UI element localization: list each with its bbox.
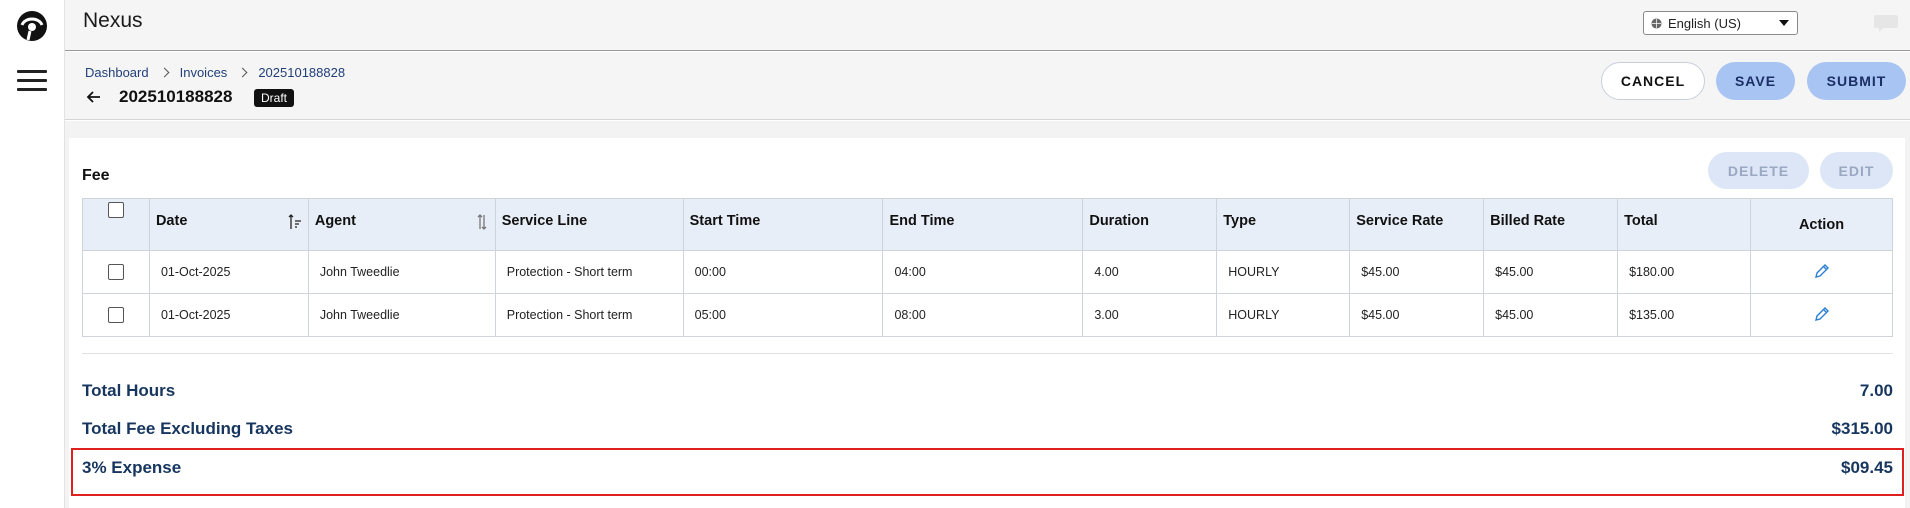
cell-agent: John Tweedlie bbox=[307, 250, 496, 294]
select-all-cell bbox=[82, 198, 150, 251]
sort-ascending-icon[interactable] bbox=[288, 213, 302, 231]
column-header-duration: Duration bbox=[1082, 198, 1218, 251]
chevron-right-icon bbox=[159, 67, 170, 78]
back-arrow-icon[interactable] bbox=[85, 88, 103, 106]
cell-service-line: Protection - Short term bbox=[494, 250, 684, 294]
column-header-start-time: Start Time bbox=[682, 198, 884, 251]
cell-type: HOURLY bbox=[1216, 293, 1351, 337]
table-row: 01-Oct-2025 John Tweedlie Protection - S… bbox=[82, 293, 1893, 337]
column-header-type: Type bbox=[1216, 198, 1351, 251]
table-header-row: Date Agent Service Line Start Time End T… bbox=[82, 198, 1893, 251]
app-logo-icon bbox=[17, 11, 47, 41]
language-select[interactable]: English (US) bbox=[1643, 11, 1798, 35]
fee-table: Date Agent Service Line Start Time End T… bbox=[82, 198, 1893, 337]
pencil-edit-icon[interactable] bbox=[1813, 262, 1831, 280]
cell-total: $135.00 bbox=[1617, 293, 1751, 337]
chevron-down-icon bbox=[1779, 20, 1789, 26]
cell-duration: 4.00 bbox=[1082, 250, 1218, 294]
column-header-service-rate: Service Rate bbox=[1349, 198, 1485, 251]
total-hours-label: Total Hours bbox=[82, 381, 176, 400]
cell-start-time: 05:00 bbox=[682, 293, 884, 337]
fee-card: Fee DELETE EDIT Date Agent Service Line bbox=[69, 138, 1905, 508]
cell-start-time: 00:00 bbox=[682, 250, 884, 294]
total-hours-value: 7.00 bbox=[1859, 381, 1893, 400]
hamburger-menu-icon[interactable] bbox=[17, 70, 47, 94]
row-select-cell bbox=[82, 250, 150, 294]
column-header-service-line: Service Line bbox=[494, 198, 684, 251]
cell-end-time: 08:00 bbox=[882, 293, 1084, 337]
edit-button[interactable]: EDIT bbox=[1820, 152, 1893, 189]
delete-button[interactable]: DELETE bbox=[1708, 152, 1809, 189]
cell-billed-rate: $45.00 bbox=[1483, 250, 1619, 294]
expense-value: $09.45 bbox=[1841, 458, 1893, 477]
main-content: Fee DELETE EDIT Date Agent Service Line bbox=[65, 121, 1910, 508]
table-row: 01-Oct-2025 John Tweedlie Protection - S… bbox=[82, 250, 1893, 294]
row-select-cell bbox=[82, 293, 150, 337]
cell-end-time: 04:00 bbox=[882, 250, 1084, 294]
globe-icon bbox=[1651, 17, 1662, 29]
total-fee-label: Total Fee Excluding Taxes bbox=[82, 419, 293, 438]
cell-service-rate: $45.00 bbox=[1349, 250, 1485, 294]
column-header-total: Total bbox=[1617, 198, 1751, 251]
cell-total: $180.00 bbox=[1617, 250, 1751, 294]
cell-service-line: Protection - Short term bbox=[494, 293, 684, 337]
total-fee-value: $315.00 bbox=[1831, 419, 1893, 438]
cancel-button[interactable]: CANCEL bbox=[1601, 62, 1705, 100]
save-button[interactable]: SAVE bbox=[1716, 62, 1795, 100]
row-checkbox[interactable] bbox=[107, 307, 124, 323]
page-header: Dashboard Invoices 202510188828 20251018… bbox=[65, 52, 1910, 120]
app-title: Nexus bbox=[83, 9, 143, 32]
row-checkbox[interactable] bbox=[107, 264, 124, 280]
column-header-date[interactable]: Date bbox=[148, 198, 309, 251]
page-title: 202510188828 bbox=[119, 87, 233, 106]
submit-button[interactable]: SUBMIT bbox=[1807, 62, 1906, 100]
chat-bubble-icon[interactable] bbox=[1873, 14, 1899, 32]
top-bar: Nexus English (US) bbox=[65, 0, 1910, 51]
sort-icon[interactable] bbox=[475, 213, 489, 231]
status-badge: Draft bbox=[254, 89, 295, 107]
expense-label: 3% Expense bbox=[82, 458, 182, 477]
chevron-right-icon bbox=[237, 67, 248, 78]
breadcrumb: Dashboard Invoices 202510188828 bbox=[85, 65, 345, 80]
section-divider bbox=[82, 353, 1893, 354]
language-select-value: English (US) bbox=[1668, 15, 1741, 31]
cell-service-rate: $45.00 bbox=[1349, 293, 1485, 337]
select-all-checkbox[interactable] bbox=[107, 202, 124, 218]
column-header-agent[interactable]: Agent bbox=[307, 198, 496, 251]
column-header-action: Action bbox=[1750, 198, 1893, 251]
expense-highlight-box bbox=[71, 448, 1904, 496]
column-header-end-time: End Time bbox=[882, 198, 1084, 251]
left-rail bbox=[0, 0, 65, 508]
fee-section-title: Fee bbox=[82, 167, 110, 184]
cell-action bbox=[1750, 293, 1893, 337]
cell-type: HOURLY bbox=[1216, 250, 1351, 294]
column-header-billed-rate: Billed Rate bbox=[1483, 198, 1619, 251]
cell-action bbox=[1750, 250, 1893, 294]
cell-agent: John Tweedlie bbox=[307, 293, 496, 337]
breadcrumb-invoices[interactable]: Invoices bbox=[180, 65, 228, 80]
breadcrumb-dashboard[interactable]: Dashboard bbox=[85, 65, 149, 80]
cell-date: 01-Oct-2025 bbox=[148, 250, 309, 294]
cell-duration: 3.00 bbox=[1082, 293, 1218, 337]
cell-date: 01-Oct-2025 bbox=[148, 293, 309, 337]
cell-billed-rate: $45.00 bbox=[1483, 293, 1619, 337]
breadcrumb-current-invoice[interactable]: 202510188828 bbox=[258, 65, 345, 80]
pencil-edit-icon[interactable] bbox=[1813, 305, 1831, 323]
